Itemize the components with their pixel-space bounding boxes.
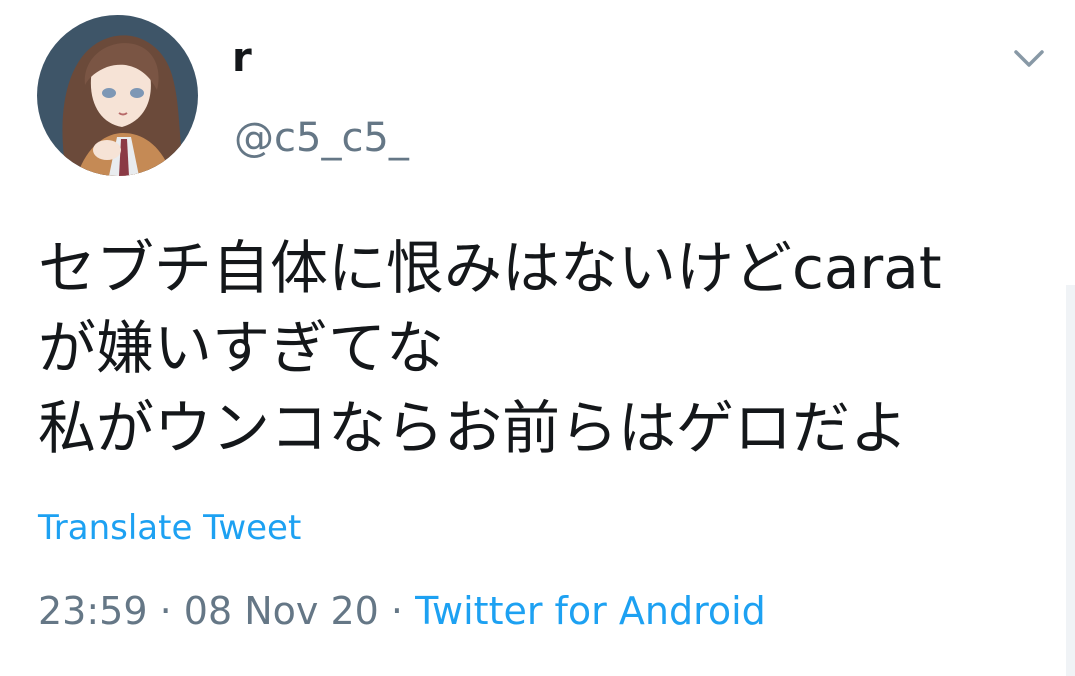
tweet-detail: r @c5_c5_ セブチ自体に恨みはないけどcarat が嫌いすぎてな 私がウ…: [0, 0, 1075, 676]
scrollbar[interactable]: [1066, 285, 1075, 676]
chevron-down-icon[interactable]: [1012, 46, 1046, 72]
tweet-date: 08 Nov 20: [183, 589, 379, 633]
tweet-source-link[interactable]: Twitter for Android: [415, 589, 766, 633]
meta-separator: ·: [159, 589, 172, 633]
user-handle[interactable]: @c5_c5_: [234, 118, 409, 158]
display-name[interactable]: r: [232, 38, 252, 78]
tweet-text-line: が嫌いすぎてな: [38, 314, 445, 382]
tweet-text: セブチ自体に恨みはないけどcarat が嫌いすぎてな 私がウンコならお前らはゲロ…: [38, 228, 1038, 468]
tweet-time: 23:59: [38, 589, 148, 633]
tweet-text-line: 私がウンコならお前らはゲロだよ: [38, 394, 909, 462]
meta-separator: ·: [390, 589, 404, 633]
avatar[interactable]: [37, 15, 198, 176]
translate-tweet-link[interactable]: Translate Tweet: [38, 511, 301, 545]
avatar-illustration-icon: [37, 15, 198, 176]
tweet-meta: 23:59 · 08 Nov 20 · Twitter for Android: [38, 592, 766, 630]
tweet-text-line: セブチ自体に恨みはないけどcarat: [38, 234, 942, 302]
